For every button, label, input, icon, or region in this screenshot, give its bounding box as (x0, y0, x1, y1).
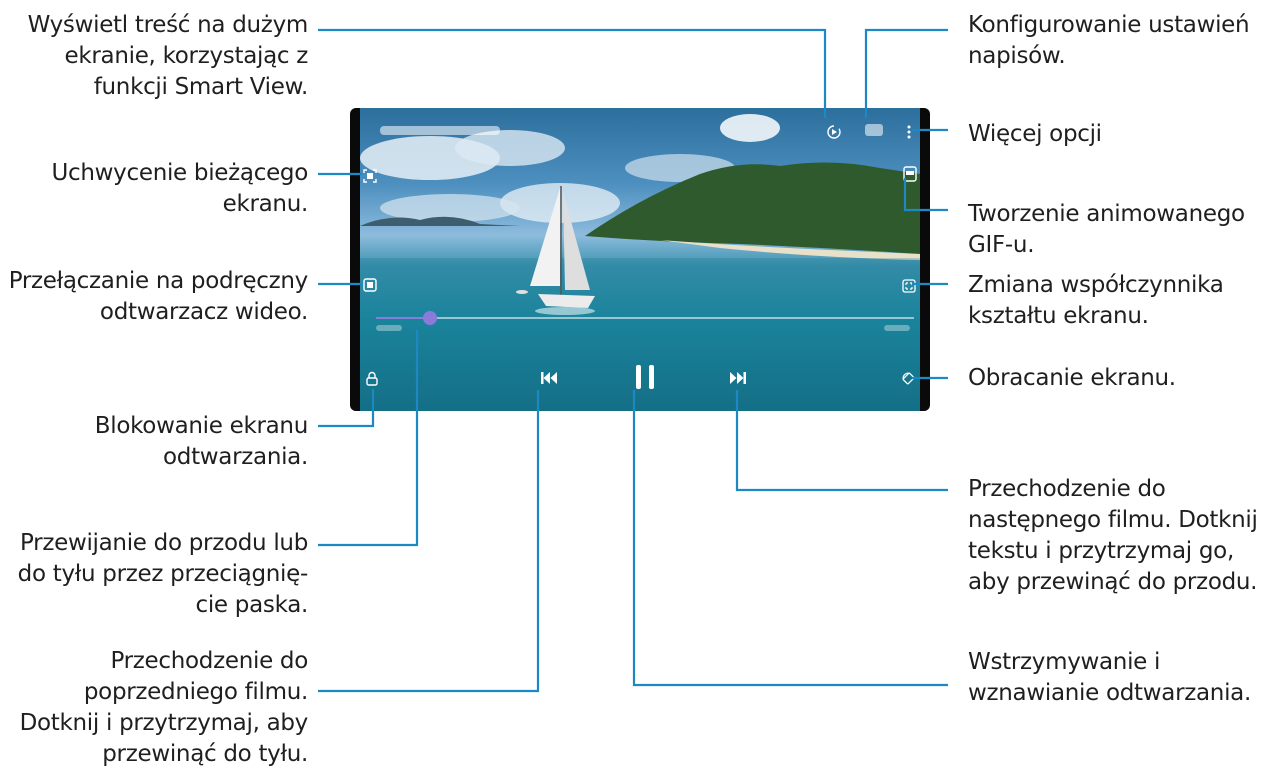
seek-thumb[interactable] (422, 311, 437, 325)
annotation-ratio: Zmiana współczynnika kształtu ekranu. (968, 272, 1224, 329)
leader-previous (318, 390, 540, 693)
previous-button[interactable] (540, 370, 558, 386)
ratio-button[interactable] (902, 278, 916, 293)
total-time-placeholder (884, 325, 910, 331)
annotation-pause: Wstrzymywanie i wznawianie odtwarzania. (968, 649, 1251, 706)
popup-player-icon (363, 278, 377, 292)
rotate-button[interactable] (901, 371, 916, 386)
annotation-more-options: Więcej opcji (968, 121, 1102, 147)
video-title-placeholder (380, 126, 500, 135)
elapsed-time-placeholder (376, 325, 402, 331)
leader-pause (632, 390, 948, 687)
leader-subtitles (864, 28, 948, 118)
pause-icon (636, 365, 654, 389)
annotation-seek: Przewijanie do przodu lub do tyłu przez … (17, 530, 309, 618)
more-options-button[interactable] (906, 124, 912, 139)
smart-view-button[interactable] (826, 124, 842, 140)
video-frame[interactable] (360, 108, 920, 411)
lock-button[interactable] (366, 371, 378, 386)
leader-smart-view (318, 28, 827, 118)
ratio-icon (902, 279, 916, 293)
seek-fill (376, 317, 430, 319)
previous-icon (541, 372, 557, 384)
pause-button[interactable] (633, 362, 657, 392)
lock-icon (366, 371, 378, 386)
annotation-lock: Blokowanie ekranu odtwarzania. (94, 413, 309, 470)
next-button[interactable] (729, 370, 747, 386)
popup-player-button[interactable] (363, 277, 377, 292)
gif-button[interactable] (903, 166, 917, 182)
next-icon (730, 372, 746, 384)
annotation-rotate: Obracanie ekranu. (968, 365, 1176, 391)
phone-frame (350, 108, 930, 411)
smart-view-icon (827, 125, 841, 139)
annotation-next: Przechodzenie do następnego filmu. Dotkn… (968, 476, 1258, 595)
annotation-subtitles: Konfigurowanie ustawień napisów. (968, 12, 1250, 69)
annotation-capture: Uchwycenie bieżącego ekranu. (51, 160, 309, 217)
gif-icon (903, 166, 917, 182)
annotation-smart-view: Wyświetl treść na dużym ekranie, korzyst… (27, 12, 309, 100)
more-options-icon (907, 125, 911, 139)
seek-track (376, 317, 914, 319)
capture-button[interactable] (363, 168, 377, 183)
seek-bar[interactable] (376, 311, 914, 325)
annotation-previous: Przechodzenie do poprzedniego filmu. Dot… (19, 648, 309, 767)
annotation-popup: Przełączanie na podręczny odtwarzacz wid… (8, 268, 309, 325)
subtitles-button[interactable] (865, 124, 883, 138)
capture-icon (363, 169, 377, 183)
rotate-icon (902, 372, 915, 385)
annotation-gif: Tworzenie animowanego GIF-u. (968, 201, 1245, 258)
subtitles-icon (865, 124, 883, 136)
